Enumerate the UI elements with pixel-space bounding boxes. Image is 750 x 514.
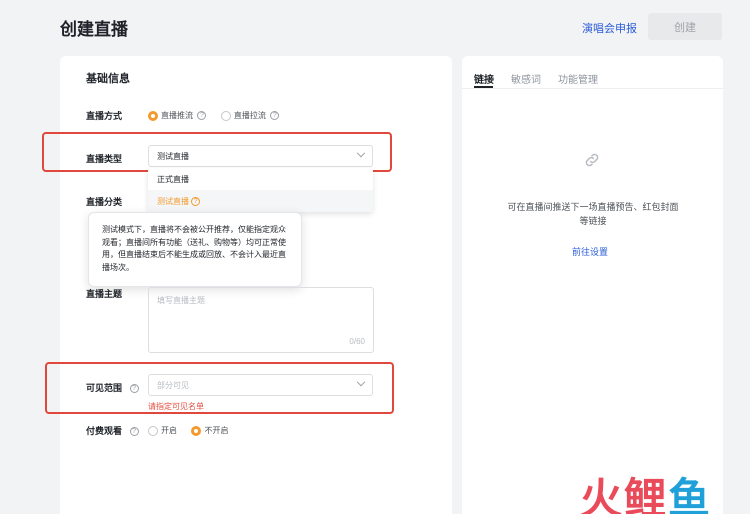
empty-state-text: 可在直播间推送下一场直播预告、红包封面等链接 (507, 202, 679, 226)
radio-pull-label: 直播拉流 (233, 111, 266, 121)
goto-settings-link[interactable]: 前往设置 (572, 245, 608, 258)
live-type-label: 直播类型 (86, 154, 123, 164)
live-type-select[interactable]: 测试直播 (148, 145, 373, 167)
chevron-down-icon (356, 377, 366, 387)
create-button[interactable]: 创建 (648, 13, 722, 40)
radio-on-icon (191, 425, 202, 436)
radio-paid-off[interactable]: 不开启 (191, 422, 228, 439)
dropdown-option-label: 正式直播 (157, 174, 189, 184)
visibility-label-text: 可见范围 (86, 383, 123, 393)
help-icon[interactable]: ? (191, 196, 201, 206)
live-topic-label: 直播主题 (86, 289, 123, 299)
dropdown-option-test[interactable]: 测试直播 ? (148, 190, 373, 212)
visibility-select[interactable]: 部分可见 (148, 374, 373, 396)
dropdown-option-label: 测试直播 (157, 196, 189, 206)
test-mode-tooltip: 测试模式下，直播将不会被公开推荐，仅能指定观众观看；直播间所有功能（送礼、购物等… (88, 212, 302, 287)
watermark-char: 鱼 (668, 475, 713, 514)
radio-pull[interactable]: 直播拉流 ? (220, 107, 280, 124)
dropdown-option-formal[interactable]: 正式直播 (148, 168, 373, 190)
right-panel (462, 56, 723, 514)
watermark-logo: 火鲤鱼 (580, 465, 712, 514)
live-type-value: 测试直播 (157, 151, 189, 161)
help-icon[interactable]: ? (129, 384, 139, 394)
paid-radio-group: 开启 不开启 (148, 422, 228, 440)
section-title: 基础信息 (86, 73, 130, 85)
concert-apply-link[interactable]: 演唱会申报 (582, 20, 637, 36)
tab-sensitive-words[interactable]: 敏感词 (511, 71, 541, 86)
watermark-char: 鲤 (624, 475, 669, 514)
radio-off-icon (148, 425, 158, 436)
live-topic-placeholder: 填写直播主题 (157, 296, 205, 305)
tab-feature-management[interactable]: 功能管理 (558, 71, 598, 86)
live-topic-textarea[interactable]: 填写直播主题 0/60 (148, 287, 374, 353)
watermark-char: 火 (580, 475, 625, 514)
radio-on-icon (148, 110, 158, 121)
tabs-divider (462, 88, 723, 89)
visibility-placeholder: 部分可见 (157, 380, 189, 390)
char-counter: 0/60 (349, 337, 365, 346)
link-icon (583, 151, 601, 174)
visibility-label: 可见范围 ? (86, 381, 139, 394)
paid-label-text: 付费观看 (86, 426, 123, 436)
live-mode-label: 直播方式 (86, 111, 123, 121)
help-icon[interactable]: ? (129, 427, 139, 437)
help-icon[interactable]: ? (197, 111, 207, 121)
tab-link[interactable]: 链接 (474, 71, 494, 86)
active-tab-underline (474, 86, 493, 88)
radio-push-label: 直播推流 (161, 111, 193, 121)
help-icon[interactable]: ? (270, 111, 280, 121)
live-mode-radio-group: 直播推流 ? 直播拉流 ? (148, 107, 280, 125)
radio-paid-on[interactable]: 开启 (148, 422, 177, 439)
chevron-down-icon (356, 148, 366, 158)
radio-off-icon (220, 110, 231, 121)
live-category-label: 直播分类 (86, 197, 123, 207)
radio-push[interactable]: 直播推流 ? (148, 107, 211, 124)
radio-paid-on-label: 开启 (161, 426, 177, 436)
page-title: 创建直播 (60, 20, 128, 39)
visibility-error: 请指定可见名单 (148, 402, 204, 411)
paid-label: 付费观看 ? (86, 424, 139, 437)
live-type-dropdown: 正式直播 测试直播 ? (148, 168, 373, 212)
radio-paid-off-label: 不开启 (204, 426, 229, 436)
